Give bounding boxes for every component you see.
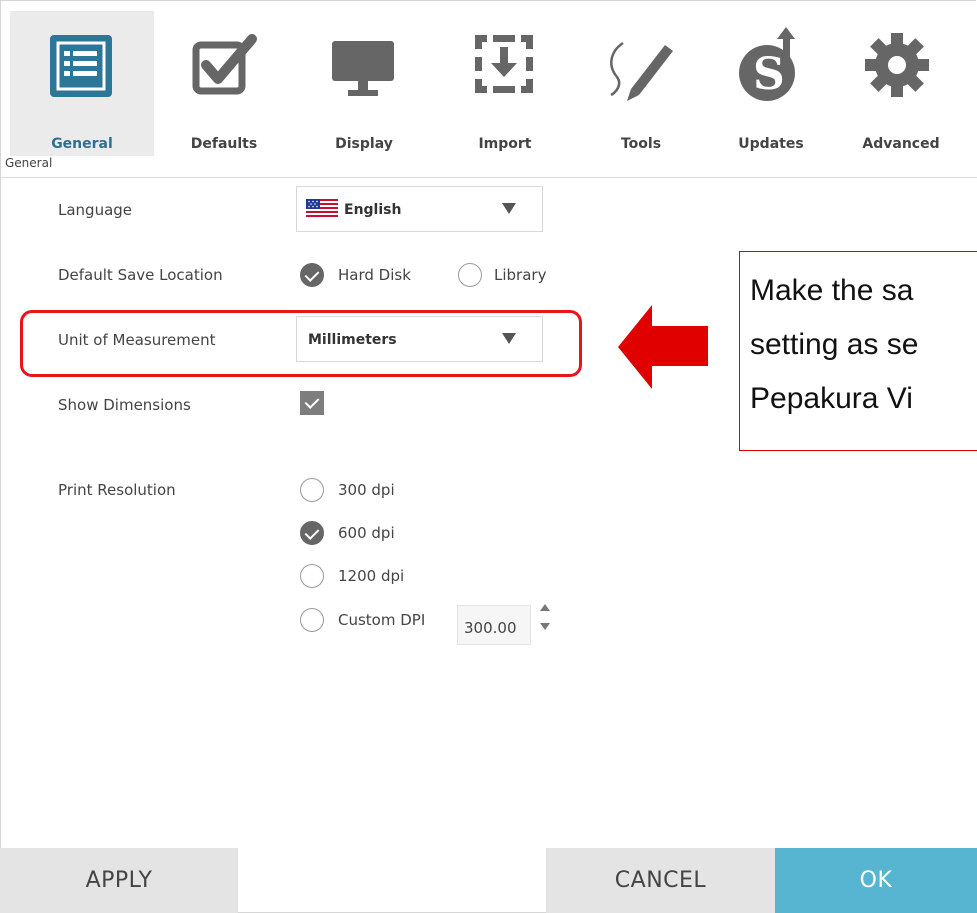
ok-button[interactable]: OK bbox=[775, 848, 977, 913]
apply-button[interactable]: APPLY bbox=[0, 848, 238, 913]
custom-dpi-value: 300.00 bbox=[464, 619, 517, 637]
callout-line-3: Pepakura Vi bbox=[750, 382, 913, 415]
dpi-600-label: 600 dpi bbox=[338, 524, 395, 542]
print-resolution-label: Print Resolution bbox=[58, 481, 176, 499]
dpi-1200-label: 1200 dpi bbox=[338, 567, 405, 585]
tab-advanced[interactable]: Advanced bbox=[836, 11, 966, 156]
stepper-down-icon[interactable] bbox=[540, 623, 550, 630]
tab-defaults-label: Defaults bbox=[190, 136, 258, 152]
radio-300-dpi[interactable] bbox=[300, 478, 324, 502]
radio-1200-dpi[interactable] bbox=[300, 564, 324, 588]
language-dropdown[interactable]: English bbox=[296, 186, 543, 232]
stepper-up-icon[interactable] bbox=[540, 604, 550, 611]
dpi-300-label: 300 dpi bbox=[338, 481, 395, 499]
save-location-label: Default Save Location bbox=[58, 266, 223, 284]
custom-dpi-label: Custom DPI bbox=[338, 611, 426, 629]
tab-tools-label: Tools bbox=[620, 136, 662, 152]
annotation-highlight-box bbox=[20, 310, 582, 377]
section-caption: General bbox=[5, 156, 53, 170]
tab-updates[interactable]: S Updates bbox=[706, 11, 836, 156]
tab-tools[interactable]: Tools bbox=[576, 11, 706, 156]
us-flag-icon bbox=[306, 199, 338, 219]
tab-import[interactable]: Import bbox=[434, 11, 576, 156]
settings-toolbar: General Defaults Display Import Tools S … bbox=[10, 8, 977, 156]
custom-dpi-input[interactable]: 300.00 bbox=[457, 605, 531, 645]
tab-general[interactable]: General bbox=[10, 11, 154, 156]
radio-600-dpi[interactable] bbox=[300, 521, 324, 545]
radio-custom-dpi[interactable] bbox=[300, 608, 324, 632]
checkbox-icon bbox=[192, 34, 257, 95]
radio-library[interactable] bbox=[458, 263, 482, 287]
tab-advanced-label: Advanced bbox=[862, 136, 940, 152]
import-icon bbox=[475, 35, 533, 93]
chevron-down-icon bbox=[502, 203, 516, 214]
custom-dpi-stepper[interactable] bbox=[538, 603, 552, 639]
tab-defaults[interactable]: Defaults bbox=[154, 11, 294, 156]
annotation-arrow-body bbox=[650, 326, 708, 366]
tab-display[interactable]: Display bbox=[294, 11, 434, 156]
general-list-icon bbox=[50, 35, 112, 97]
language-value: English bbox=[344, 202, 402, 218]
library-label: Library bbox=[494, 266, 547, 284]
hard-disk-label: Hard Disk bbox=[338, 266, 411, 284]
updates-icon: S bbox=[739, 27, 795, 101]
callout-line-1: Make the sa bbox=[750, 274, 914, 307]
gear-icon bbox=[865, 33, 929, 97]
cancel-button[interactable]: CANCEL bbox=[546, 848, 775, 913]
annotation-arrow-head bbox=[618, 305, 652, 389]
pen-icon bbox=[610, 41, 673, 101]
tab-display-label: Display bbox=[335, 136, 393, 152]
radio-hard-disk[interactable] bbox=[300, 263, 324, 287]
divider bbox=[0, 177, 977, 178]
show-dimensions-checkbox[interactable] bbox=[300, 391, 324, 415]
svg-text:S: S bbox=[753, 49, 785, 100]
tab-general-label: General bbox=[51, 136, 113, 152]
annotation-callout: Make the sa setting as se Pepakura Vi bbox=[739, 251, 977, 451]
callout-line-2: setting as se bbox=[750, 328, 919, 361]
tab-import-label: Import bbox=[478, 136, 532, 152]
language-label: Language bbox=[58, 201, 133, 219]
tab-updates-label: Updates bbox=[738, 136, 804, 152]
show-dimensions-label: Show Dimensions bbox=[58, 396, 191, 414]
monitor-icon bbox=[332, 41, 394, 96]
